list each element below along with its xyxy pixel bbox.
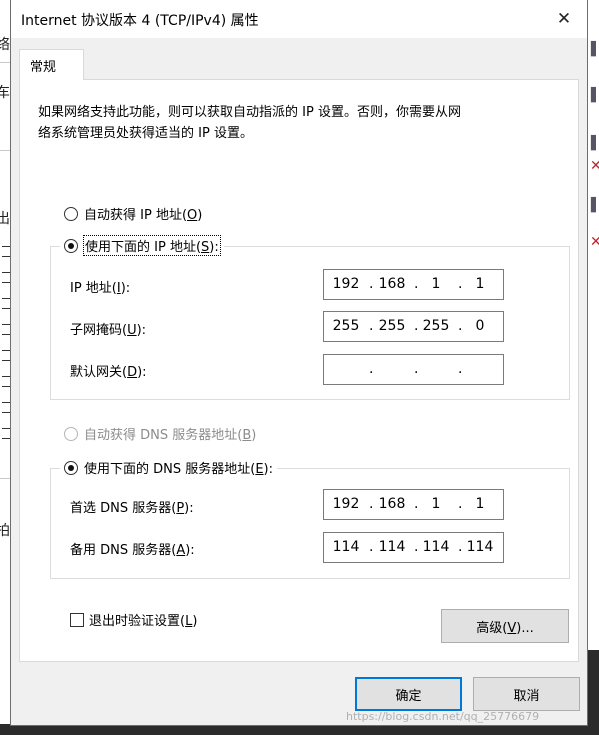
- watermark: https://blog.csdn.net/qq_25776679: [346, 710, 540, 723]
- ip-octet: 114: [466, 539, 494, 555]
- ip-octet: 114: [378, 539, 406, 555]
- radio-auto-ip[interactable]: 自动获得 IP 地址(O): [64, 204, 202, 223]
- general-tab-panel: 如果网络支持此功能，则可以获取自动指派的 IP 设置。否则，你需要从网 络系统管…: [19, 79, 579, 662]
- description-text: 如果网络支持此功能，则可以获取自动指派的 IP 设置。否则，你需要从网 络系统管…: [38, 102, 558, 144]
- ip-octet: 168: [378, 276, 406, 292]
- background-char: 拍: [0, 523, 10, 539]
- ip-octet: 1: [431, 496, 441, 512]
- preferred-dns-input[interactable]: 192 . 168 . 1 . 1: [323, 489, 504, 520]
- description-line: 络系统管理员处获得适当的 IP 设置。: [38, 126, 253, 141]
- ip-octet: 255: [332, 318, 360, 334]
- background-icon: ▌: [591, 42, 599, 57]
- ip-octet: 1: [475, 276, 485, 292]
- radio-label: 自动获得 DNS 服务器地址(B): [84, 428, 257, 443]
- radio-button[interactable]: [64, 426, 78, 441]
- radio-button[interactable]: [64, 460, 78, 475]
- default-gateway-input[interactable]: . . .: [323, 354, 504, 385]
- tab-general[interactable]: 常规: [19, 49, 84, 80]
- background-icon: ▌: [591, 198, 599, 213]
- checkbox-label: 退出时验证设置(L): [89, 614, 198, 629]
- checkbox-box[interactable]: [70, 612, 84, 627]
- title-bar[interactable]: Internet 协议版本 4 (TCP/IPv4) 属性 ✕: [11, 0, 587, 38]
- preferred-dns-label: 首选 DNS 服务器(P):: [70, 501, 194, 516]
- ip-octet: 255: [378, 318, 406, 334]
- alternate-dns-input[interactable]: 114 . 114 . 114 . 114: [323, 532, 504, 563]
- radio-button[interactable]: [64, 206, 78, 221]
- alternate-dns-label: 备用 DNS 服务器(A):: [70, 543, 195, 558]
- cancel-button[interactable]: 取消: [473, 677, 580, 711]
- ip-octet: 192: [332, 276, 360, 292]
- close-icon: ✕: [556, 9, 572, 29]
- octet-dot: .: [414, 361, 419, 377]
- advanced-button-label: 高级(V)...: [476, 620, 534, 636]
- advanced-button[interactable]: 高级(V)...: [441, 609, 569, 643]
- radio-manual-ip[interactable]: 使用下面的 IP 地址(S):: [60, 235, 224, 256]
- radio-manual-dns[interactable]: 使用下面的 DNS 服务器地址(E):: [60, 458, 277, 477]
- octet-dot: .: [369, 361, 374, 377]
- ip-octet: 114: [422, 539, 450, 555]
- description-line: 如果网络支持此功能，则可以获取自动指派的 IP 设置。否则，你需要从网: [38, 105, 461, 120]
- radio-label: 自动获得 IP 地址(O): [84, 208, 203, 223]
- ip-octet: 114: [332, 539, 360, 555]
- octet-dot: .: [458, 361, 463, 377]
- background-icon: ▌: [591, 88, 599, 103]
- ip-octet: 168: [378, 496, 406, 512]
- ipv4-properties-dialog: Internet 协议版本 4 (TCP/IPv4) 属性 ✕ 常规 如果网络支…: [10, 0, 588, 726]
- background-char: 出: [0, 211, 10, 227]
- ip-address-label: IP 地址(I):: [70, 281, 131, 296]
- subnet-mask-label: 子网掩码(U):: [70, 323, 147, 338]
- dialog-title: Internet 协议版本 4 (TCP/IPv4) 属性: [21, 13, 259, 29]
- ip-octet: 1: [431, 276, 441, 292]
- ip-octet: 255: [422, 318, 450, 334]
- background-icon: ▌: [591, 136, 599, 151]
- default-gateway-label: 默认网关(D):: [70, 365, 147, 380]
- radio-auto-dns[interactable]: 自动获得 DNS 服务器地址(B): [64, 424, 256, 443]
- background-char: 车: [0, 85, 10, 101]
- validate-on-exit-checkbox[interactable]: 退出时验证设置(L): [70, 610, 197, 629]
- ip-octet: 1: [475, 496, 485, 512]
- ok-button[interactable]: 确定: [355, 677, 462, 711]
- ip-octet: 0: [475, 318, 485, 334]
- radio-label: 使用下面的 DNS 服务器地址(E):: [84, 462, 273, 477]
- radio-button[interactable]: [64, 238, 78, 253]
- background-error-icon: ✕: [590, 234, 599, 250]
- close-button[interactable]: ✕: [541, 0, 587, 38]
- background-char: 络: [0, 37, 10, 53]
- ip-address-input[interactable]: 192 . 168 . 1 . 1: [323, 269, 504, 300]
- background-error-icon: ✕: [590, 158, 599, 174]
- ip-octet: 192: [332, 496, 360, 512]
- subnet-mask-input[interactable]: 255 . 255 . 255 . 0: [323, 311, 504, 342]
- radio-label: 使用下面的 IP 地址(S):: [83, 235, 221, 256]
